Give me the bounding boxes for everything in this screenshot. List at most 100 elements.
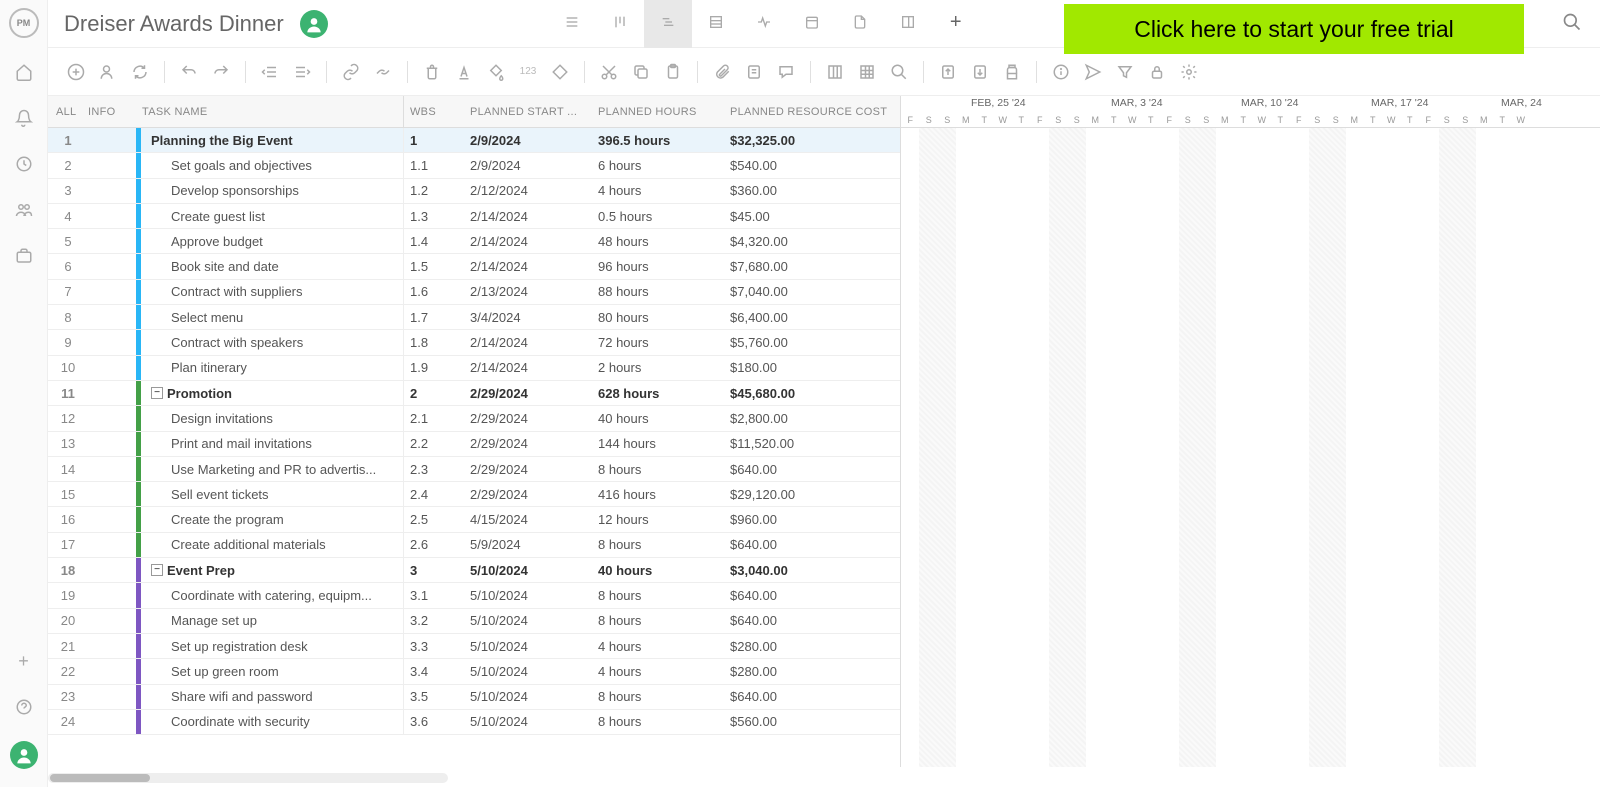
clock-icon[interactable] [12,152,36,176]
view-board-icon[interactable] [596,0,644,48]
col-wbs[interactable]: WBS [404,106,464,118]
paste-icon[interactable] [659,58,687,86]
team-icon[interactable] [12,198,36,222]
task-row[interactable]: 18−Event Prep35/10/202440 hours$3,040.00 [48,558,900,583]
search-icon[interactable] [1562,12,1582,35]
comment-icon[interactable] [772,58,800,86]
outdent-icon[interactable] [256,58,284,86]
home-icon[interactable] [12,60,36,84]
add-icon[interactable]: + [12,649,36,673]
unlink-icon[interactable] [369,58,397,86]
project-avatar[interactable] [300,10,328,38]
task-row[interactable]: 11−Promotion22/29/2024628 hours$45,680.0… [48,381,900,406]
task-row[interactable]: 12Design invitations2.12/29/202440 hours… [48,406,900,431]
briefcase-icon[interactable] [12,244,36,268]
task-name: Use Marketing and PR to advertis... [171,462,376,477]
col-taskname[interactable]: TASK NAME [136,96,404,127]
col-hours[interactable]: PLANNED HOURS [592,106,724,118]
task-row[interactable]: 21Set up registration desk3.35/10/20244 … [48,634,900,659]
number-icon[interactable]: 123 [514,58,542,86]
task-row[interactable]: 3Develop sponsorships1.22/12/20244 hours… [48,179,900,204]
task-row[interactable]: 1Planning the Big Event12/9/2024396.5 ho… [48,128,900,153]
task-name: Manage set up [171,613,257,628]
help-icon[interactable] [12,695,36,719]
task-row[interactable]: 10Plan itinerary1.92/14/20242 hours$180.… [48,356,900,381]
col-cost[interactable]: PLANNED RESOURCE COST [724,106,894,118]
task-row[interactable]: 20Manage set up3.25/10/20248 hours$640.0… [48,609,900,634]
task-row[interactable]: 13Print and mail invitations2.22/29/2024… [48,432,900,457]
export-icon[interactable] [966,58,994,86]
task-row[interactable]: 9Contract with speakers1.82/14/202472 ho… [48,330,900,355]
view-calendar-icon[interactable] [788,0,836,48]
task-name: Plan itinerary [171,360,247,375]
add-task-icon[interactable] [62,58,90,86]
task-row[interactable]: 17Create additional materials2.65/9/2024… [48,533,900,558]
app-logo[interactable]: PM [9,8,39,38]
task-name: Promotion [167,386,232,401]
bell-icon[interactable] [12,106,36,130]
delete-icon[interactable] [418,58,446,86]
task-row[interactable]: 16Create the program2.54/15/202412 hours… [48,507,900,532]
view-file-icon[interactable] [836,0,884,48]
print-icon[interactable] [998,58,1026,86]
task-name: Select menu [171,310,243,325]
view-add-icon[interactable]: + [932,0,980,48]
settings-icon[interactable] [1175,58,1203,86]
text-color-icon[interactable] [450,58,478,86]
project-title: Dreiser Awards Dinner [64,11,284,37]
cut-icon[interactable] [595,58,623,86]
send-icon[interactable] [1079,58,1107,86]
task-row[interactable]: 5Approve budget1.42/14/202448 hours$4,32… [48,229,900,254]
copy-icon[interactable] [627,58,655,86]
task-row[interactable]: 24Coordinate with security3.65/10/20248 … [48,710,900,735]
toolbar: 123 [48,48,1600,96]
view-activity-icon[interactable] [740,0,788,48]
month-label: MAR, 24 [1501,97,1542,109]
task-name: Set up green room [171,664,279,679]
attach-icon[interactable] [708,58,736,86]
undo-icon[interactable] [175,58,203,86]
view-panel-icon[interactable] [884,0,932,48]
redo-icon[interactable] [207,58,235,86]
task-row[interactable]: 7Contract with suppliers1.62/13/202488 h… [48,280,900,305]
info-icon[interactable] [1047,58,1075,86]
task-name: Set up registration desk [171,639,308,654]
task-name: Share wifi and password [171,689,313,704]
task-row[interactable]: 14Use Marketing and PR to advertis...2.3… [48,457,900,482]
task-row[interactable]: 23Share wifi and password3.55/10/20248 h… [48,685,900,710]
user-avatar[interactable] [10,741,38,769]
refresh-icon[interactable] [126,58,154,86]
view-sheet-icon[interactable] [692,0,740,48]
col-info[interactable]: INFO [88,106,136,118]
task-row[interactable]: 19Coordinate with catering, equipm...3.1… [48,583,900,608]
fill-color-icon[interactable] [482,58,510,86]
tag-icon[interactable] [546,58,574,86]
task-row[interactable]: 8Select menu1.73/4/202480 hours$6,400.00 [48,305,900,330]
import-icon[interactable] [934,58,962,86]
task-row[interactable]: 2Set goals and objectives1.12/9/20246 ho… [48,153,900,178]
view-gantt-icon[interactable] [644,0,692,48]
lock-icon[interactable] [1143,58,1171,86]
note-icon[interactable] [740,58,768,86]
columns-icon[interactable] [821,58,849,86]
task-name: Approve budget [171,234,263,249]
indent-icon[interactable] [288,58,316,86]
zoom-icon[interactable] [885,58,913,86]
grid-icon[interactable] [853,58,881,86]
col-start[interactable]: PLANNED START ... [464,106,592,118]
col-all[interactable]: ALL [48,106,88,118]
collapse-icon[interactable]: − [151,564,163,576]
task-name: Planning the Big Event [151,133,293,148]
task-row[interactable]: 6Book site and date1.52/14/202496 hours$… [48,254,900,279]
task-row[interactable]: 4Create guest list1.32/14/20240.5 hours$… [48,204,900,229]
gantt-chart[interactable]: FEB, 25 '24MAR, 3 '24MAR, 10 '24MAR, 17 … [900,96,1600,767]
collapse-icon[interactable]: − [151,387,163,399]
horizontal-scrollbar[interactable] [48,773,448,783]
task-row[interactable]: 15Sell event tickets2.42/29/2024416 hour… [48,482,900,507]
view-list-icon[interactable] [548,0,596,48]
filter-icon[interactable] [1111,58,1139,86]
assign-icon[interactable] [94,58,122,86]
link-icon[interactable] [337,58,365,86]
free-trial-banner[interactable]: Click here to start your free trial [1064,4,1524,54]
task-row[interactable]: 22Set up green room3.45/10/20244 hours$2… [48,659,900,684]
